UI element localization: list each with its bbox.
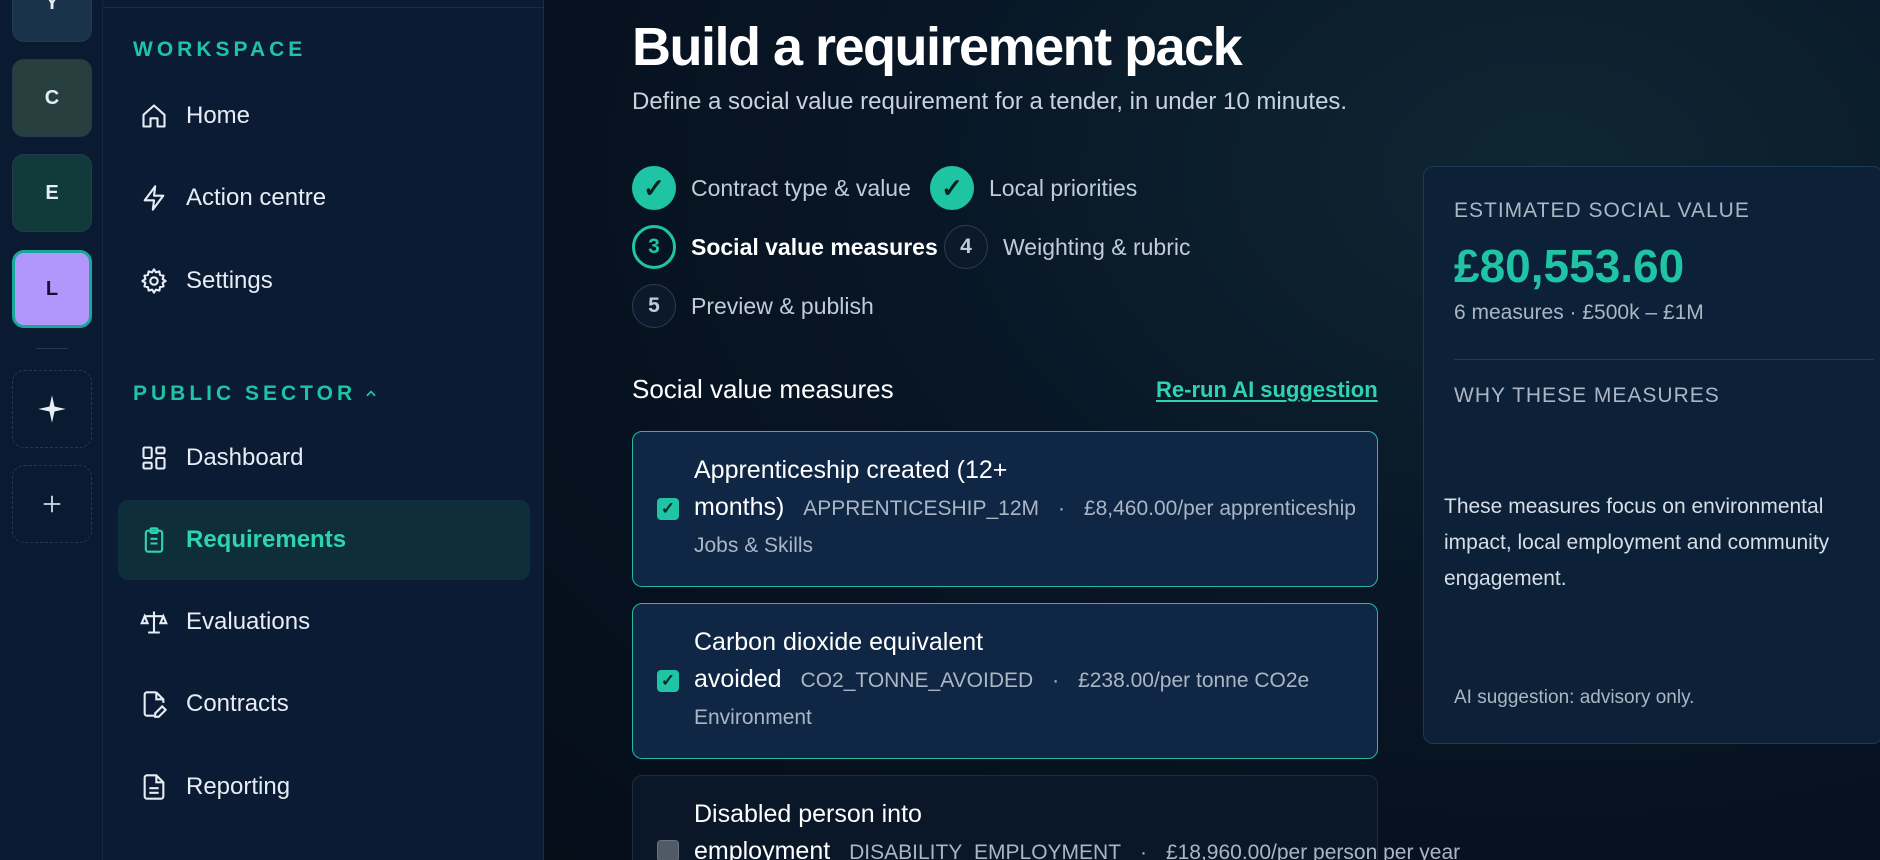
- document-edit-icon: [140, 690, 168, 718]
- step-label: Social value measures: [691, 233, 938, 260]
- step-contract-type[interactable]: ✓ Contract type & value: [632, 166, 911, 210]
- measure-category: Environment: [694, 706, 812, 729]
- add-workspace-button[interactable]: [12, 465, 92, 543]
- step-number: 5: [632, 284, 676, 328]
- measure-name-line2: avoided CO2_TONNE_AVOIDED · £238.00/per …: [694, 665, 1310, 693]
- home-icon: [140, 102, 168, 130]
- page-title: Build a requirement pack: [632, 17, 1243, 77]
- sidebar-item-label: Dashboard: [186, 444, 304, 471]
- estimated-value-summary: 6 measures · £500k – £1M: [1454, 301, 1704, 324]
- rerun-ai-suggestion-link[interactable]: Re-run AI suggestion: [1156, 377, 1378, 403]
- measure-code: APPRENTICESHIP_12M: [803, 497, 1040, 520]
- sidebar-item-reporting[interactable]: Reporting: [118, 747, 530, 827]
- panel-divider: [1454, 359, 1874, 360]
- sidebar-item-settings[interactable]: Settings: [118, 241, 530, 321]
- sidebar-item-label: Home: [186, 102, 251, 129]
- measure-name: Disabled person into: [694, 800, 922, 828]
- measure-checkbox[interactable]: [657, 840, 679, 860]
- check-icon: ✓: [632, 166, 676, 210]
- section-toggle-public-sector[interactable]: PUBLIC SECTOR: [133, 382, 378, 406]
- document-icon: [140, 773, 168, 801]
- check-icon: ✓: [930, 166, 974, 210]
- step-local-priorities[interactable]: ✓ Local priorities: [930, 166, 1137, 210]
- sidebar-item-label: Settings: [186, 267, 273, 294]
- clipboard-icon: [140, 526, 168, 554]
- gear-icon: [140, 267, 168, 295]
- measure-code: CO2_TONNE_AVOIDED: [800, 669, 1034, 692]
- sidebar-divider: [103, 7, 544, 8]
- measure-checkbox[interactable]: ✓: [657, 498, 679, 520]
- measure-rate: £18,960.00/per person per year: [1165, 841, 1461, 860]
- sidebar-item-dashboard[interactable]: Dashboard: [118, 418, 530, 498]
- measure-category: Jobs & Skills: [694, 534, 814, 557]
- page-subtitle: Define a social value requirement for a …: [632, 88, 1348, 115]
- sidebar-item-label: Action centre: [186, 184, 327, 211]
- workspace-rail: Y C E L: [0, 0, 103, 860]
- estimated-value-label: ESTIMATED SOCIAL VALUE: [1454, 199, 1750, 222]
- sidebar-item-label: Reporting: [186, 773, 291, 800]
- section-title-measures: Social value measures: [632, 374, 894, 404]
- estimated-value-amount: £80,553.60: [1454, 240, 1685, 292]
- sidebar-item-label: Evaluations: [186, 608, 311, 635]
- why-measures-text: These measures focus on environmental im…: [1444, 495, 1830, 590]
- section-label-workspace: WORKSPACE: [133, 38, 307, 61]
- measure-checkbox[interactable]: ✓: [657, 670, 679, 692]
- step-label: Contract type & value: [691, 174, 911, 201]
- why-measures-label: WHY THESE MEASURES: [1454, 384, 1720, 407]
- measure-rate: £8,460.00/per apprenticeship: [1083, 497, 1356, 520]
- measure-name-line2: employment DISABILITY_EMPLOYMENT · £18,9…: [694, 833, 1460, 860]
- section-label-public-sector: PUBLIC SECTOR: [133, 382, 357, 405]
- scales-icon: [140, 608, 168, 636]
- step-social-value-measures[interactable]: 3 Social value measures: [632, 225, 938, 269]
- sidebar-item-evaluations[interactable]: Evaluations: [118, 582, 530, 662]
- step-label: Local priorities: [989, 174, 1138, 201]
- estimated-value-panel: ESTIMATED SOCIAL VALUE £80,553.60 6 meas…: [1423, 166, 1880, 744]
- sidebar-item-requirements[interactable]: Requirements: [118, 500, 530, 580]
- sidebar-item-contracts[interactable]: Contracts: [118, 664, 530, 744]
- sidebar-item-home[interactable]: Home: [118, 76, 530, 156]
- sidebar: WORKSPACE Home Action centre Settings PU…: [103, 0, 544, 860]
- step-weighting-rubric[interactable]: 4 Weighting & rubric: [944, 225, 1191, 269]
- ai-assistant-button[interactable]: [12, 370, 92, 448]
- measure-name-line2: months) APPRENTICESHIP_12M · £8,460.00/p…: [694, 493, 1356, 521]
- measure-name: Carbon dioxide equivalent: [694, 628, 984, 656]
- step-preview-publish[interactable]: 5 Preview & publish: [632, 284, 874, 328]
- step-number: 4: [944, 225, 988, 269]
- workspace-button-c[interactable]: C: [12, 59, 92, 137]
- grid-icon: [140, 444, 168, 472]
- measure-rate: £238.00/per tonne CO2e: [1078, 669, 1310, 692]
- measure-name: Apprenticeship created (12+: [694, 456, 1008, 484]
- ai-advisory-note: AI suggestion: advisory only.: [1454, 687, 1695, 708]
- rail-divider: [36, 348, 68, 349]
- chevron-up-icon: [366, 390, 376, 397]
- sidebar-item-label: Requirements: [186, 526, 347, 553]
- plus-icon: [43, 495, 61, 513]
- sparkle-icon: [38, 395, 66, 423]
- lightning-icon: [140, 184, 168, 212]
- workspace-button-l[interactable]: L: [12, 250, 92, 328]
- step-label: Weighting & rubric: [1003, 233, 1191, 260]
- workspace-button-y[interactable]: Y: [12, 0, 92, 42]
- sidebar-item-action-centre[interactable]: Action centre: [118, 158, 530, 238]
- workspace-button-e[interactable]: E: [12, 154, 92, 232]
- step-label: Preview & publish: [691, 292, 874, 319]
- measure-card-co2[interactable]: ✓ Carbon dioxide equivalent avoided CO2_…: [632, 603, 1378, 759]
- step-number: 3: [632, 225, 676, 269]
- measure-card-disability-employment[interactable]: Disabled person into employment DISABILI…: [632, 775, 1460, 860]
- measure-card-apprenticeship[interactable]: ✓ Apprenticeship created (12+ months) AP…: [632, 431, 1378, 587]
- sidebar-item-label: Contracts: [186, 690, 289, 717]
- measure-code: DISABILITY_EMPLOYMENT: [849, 841, 1122, 860]
